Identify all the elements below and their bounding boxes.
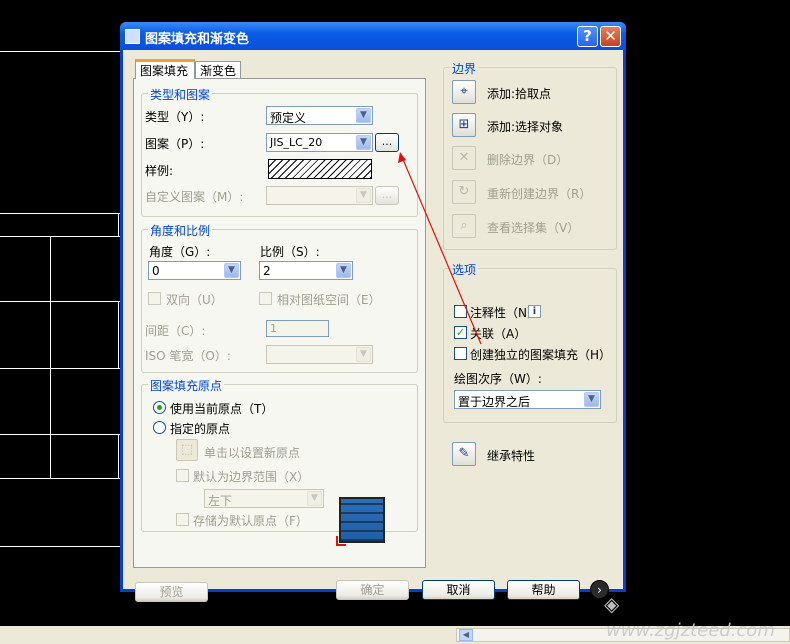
- scroll-left-icon[interactable]: ◀: [459, 629, 473, 641]
- watermark-logo-icon: ◈: [604, 592, 620, 616]
- tab-hatch[interactable]: 图案填充: [135, 59, 195, 79]
- watermark-text: www.zgjzteed.com: [606, 620, 775, 641]
- annotation-arrow: [398, 152, 482, 345]
